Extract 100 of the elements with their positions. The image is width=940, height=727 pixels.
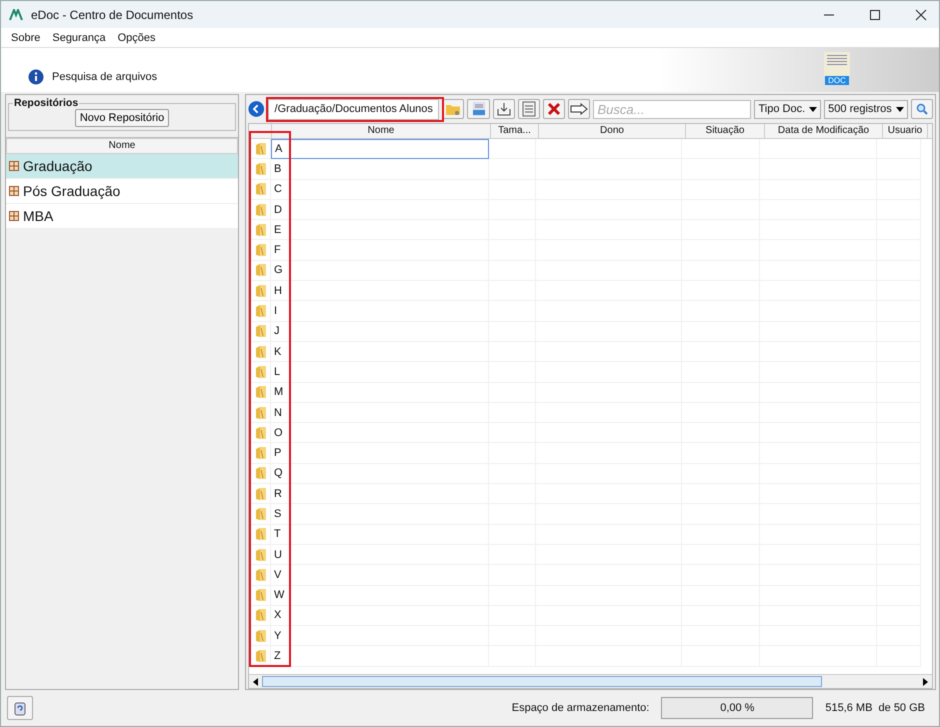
table-row[interactable]: H xyxy=(249,281,932,302)
table-cell: K xyxy=(271,342,489,362)
table-row[interactable]: B xyxy=(249,159,932,180)
folder-icon xyxy=(255,628,267,643)
records-dropdown[interactable]: 500 registros xyxy=(824,100,908,118)
table-row[interactable]: C xyxy=(249,180,932,200)
new-folder-button[interactable] xyxy=(442,99,464,119)
folder-icon xyxy=(255,649,267,664)
table-row[interactable]: S xyxy=(249,504,932,525)
table-cell: D xyxy=(271,200,489,220)
table-row[interactable]: X xyxy=(249,606,932,626)
document-type-dropdown[interactable]: Tipo Doc. xyxy=(754,100,822,118)
folder-icon xyxy=(255,608,267,622)
caret-icon xyxy=(896,106,904,112)
folder-icon xyxy=(255,406,267,420)
table-row[interactable]: J xyxy=(249,322,932,342)
table-row[interactable]: T xyxy=(249,524,932,545)
table-row[interactable]: U xyxy=(249,544,932,566)
search-field[interactable]: Busca... xyxy=(593,100,752,118)
recycle-bin-button[interactable] xyxy=(7,696,33,720)
new-repository-button[interactable]: Novo Repositório xyxy=(74,109,170,127)
column-header[interactable]: Data de Modificação xyxy=(765,124,883,138)
folder-icon xyxy=(255,222,267,237)
table-cell: H xyxy=(271,281,489,302)
menu-item[interactable]: Sobre xyxy=(11,32,40,44)
folder-icon xyxy=(255,588,267,602)
close-icon[interactable] xyxy=(915,8,927,20)
search-button[interactable] xyxy=(910,99,933,119)
table-cell: B xyxy=(271,159,489,180)
table-row[interactable]: P xyxy=(249,443,932,464)
repository-item[interactable]: Pós Graduação xyxy=(6,179,238,204)
delete-icon xyxy=(547,102,562,116)
table-row[interactable]: O xyxy=(249,423,932,444)
download-button[interactable] xyxy=(492,99,515,119)
folder-icon xyxy=(255,182,267,196)
delete-button[interactable] xyxy=(543,99,566,119)
header-title: Pesquisa de arquivos xyxy=(52,71,158,83)
folder-icon xyxy=(255,202,267,217)
column-header[interactable]: Situação xyxy=(686,124,765,138)
column-header[interactable]: Usuario xyxy=(883,124,928,138)
maximize-icon[interactable] xyxy=(869,8,881,20)
menu-item[interactable]: Opções xyxy=(118,32,156,44)
table-cell: X xyxy=(271,606,489,626)
folder-icon xyxy=(255,243,267,258)
folder-icon xyxy=(255,263,267,278)
table-cell: S xyxy=(271,504,489,525)
table-cell: G xyxy=(271,260,489,282)
folder-icon xyxy=(255,324,267,338)
expand-icon[interactable] xyxy=(9,211,19,221)
table-cell: W xyxy=(271,586,489,606)
scroll-right-icon[interactable] xyxy=(921,678,929,686)
search-icon xyxy=(916,103,928,115)
table-row[interactable]: K xyxy=(249,342,932,362)
column-header[interactable]: Nome xyxy=(272,124,491,138)
table-cell: V xyxy=(271,565,489,586)
column-header[interactable]: Dono xyxy=(539,124,686,138)
table-cell: C xyxy=(271,180,489,200)
table-row[interactable]: I xyxy=(249,301,932,322)
table-row[interactable]: V xyxy=(249,565,932,586)
table-row[interactable]: A xyxy=(249,139,932,160)
table-row[interactable]: N xyxy=(249,402,932,424)
table-row[interactable]: W xyxy=(249,586,932,606)
table-cell: P xyxy=(271,443,489,464)
table-cell: F xyxy=(271,240,489,261)
back-icon[interactable] xyxy=(248,100,265,118)
move-button[interactable] xyxy=(568,99,590,119)
table-row[interactable]: R xyxy=(249,484,932,504)
column-header: Nome xyxy=(6,138,238,154)
table-row[interactable]: Q xyxy=(249,464,932,484)
table-row[interactable]: Y xyxy=(249,626,932,646)
column-header[interactable]: Tama... xyxy=(491,124,539,138)
document-button[interactable] xyxy=(518,99,540,119)
folder-icon xyxy=(255,364,267,379)
folder-icon xyxy=(255,344,267,359)
storage-label: Espaço de armazenamento: xyxy=(512,702,650,714)
group-title: Repositórios xyxy=(13,97,80,109)
horizontal-scrollbar[interactable] xyxy=(249,674,932,688)
table-cell: E xyxy=(271,220,489,240)
table-row[interactable]: M xyxy=(249,382,932,403)
folder-icon xyxy=(255,506,267,521)
repository-item[interactable]: Graduação xyxy=(6,154,238,179)
repository-item[interactable]: MBA xyxy=(6,204,238,229)
table-row[interactable]: Z xyxy=(249,646,932,667)
table-row[interactable]: D xyxy=(249,200,932,220)
folder-icon xyxy=(255,284,267,298)
table-cell: N xyxy=(271,402,489,424)
table-row[interactable]: E xyxy=(249,220,932,240)
menu-item[interactable]: Segurança xyxy=(52,32,106,44)
table-row[interactable]: G xyxy=(249,260,932,282)
folder-icon xyxy=(255,142,267,156)
table-row[interactable]: F xyxy=(249,240,932,261)
folder-icon xyxy=(255,304,267,318)
table-cell: O xyxy=(271,423,489,444)
table-row[interactable]: L xyxy=(249,362,932,383)
table-cell: R xyxy=(271,484,489,504)
folder-icon xyxy=(255,548,267,562)
storage-usage: 515,6 MB de 50 GB xyxy=(825,702,925,714)
expand-icon[interactable] xyxy=(9,186,19,196)
scroll-left-icon[interactable] xyxy=(252,678,260,686)
expand-icon[interactable] xyxy=(9,161,19,171)
